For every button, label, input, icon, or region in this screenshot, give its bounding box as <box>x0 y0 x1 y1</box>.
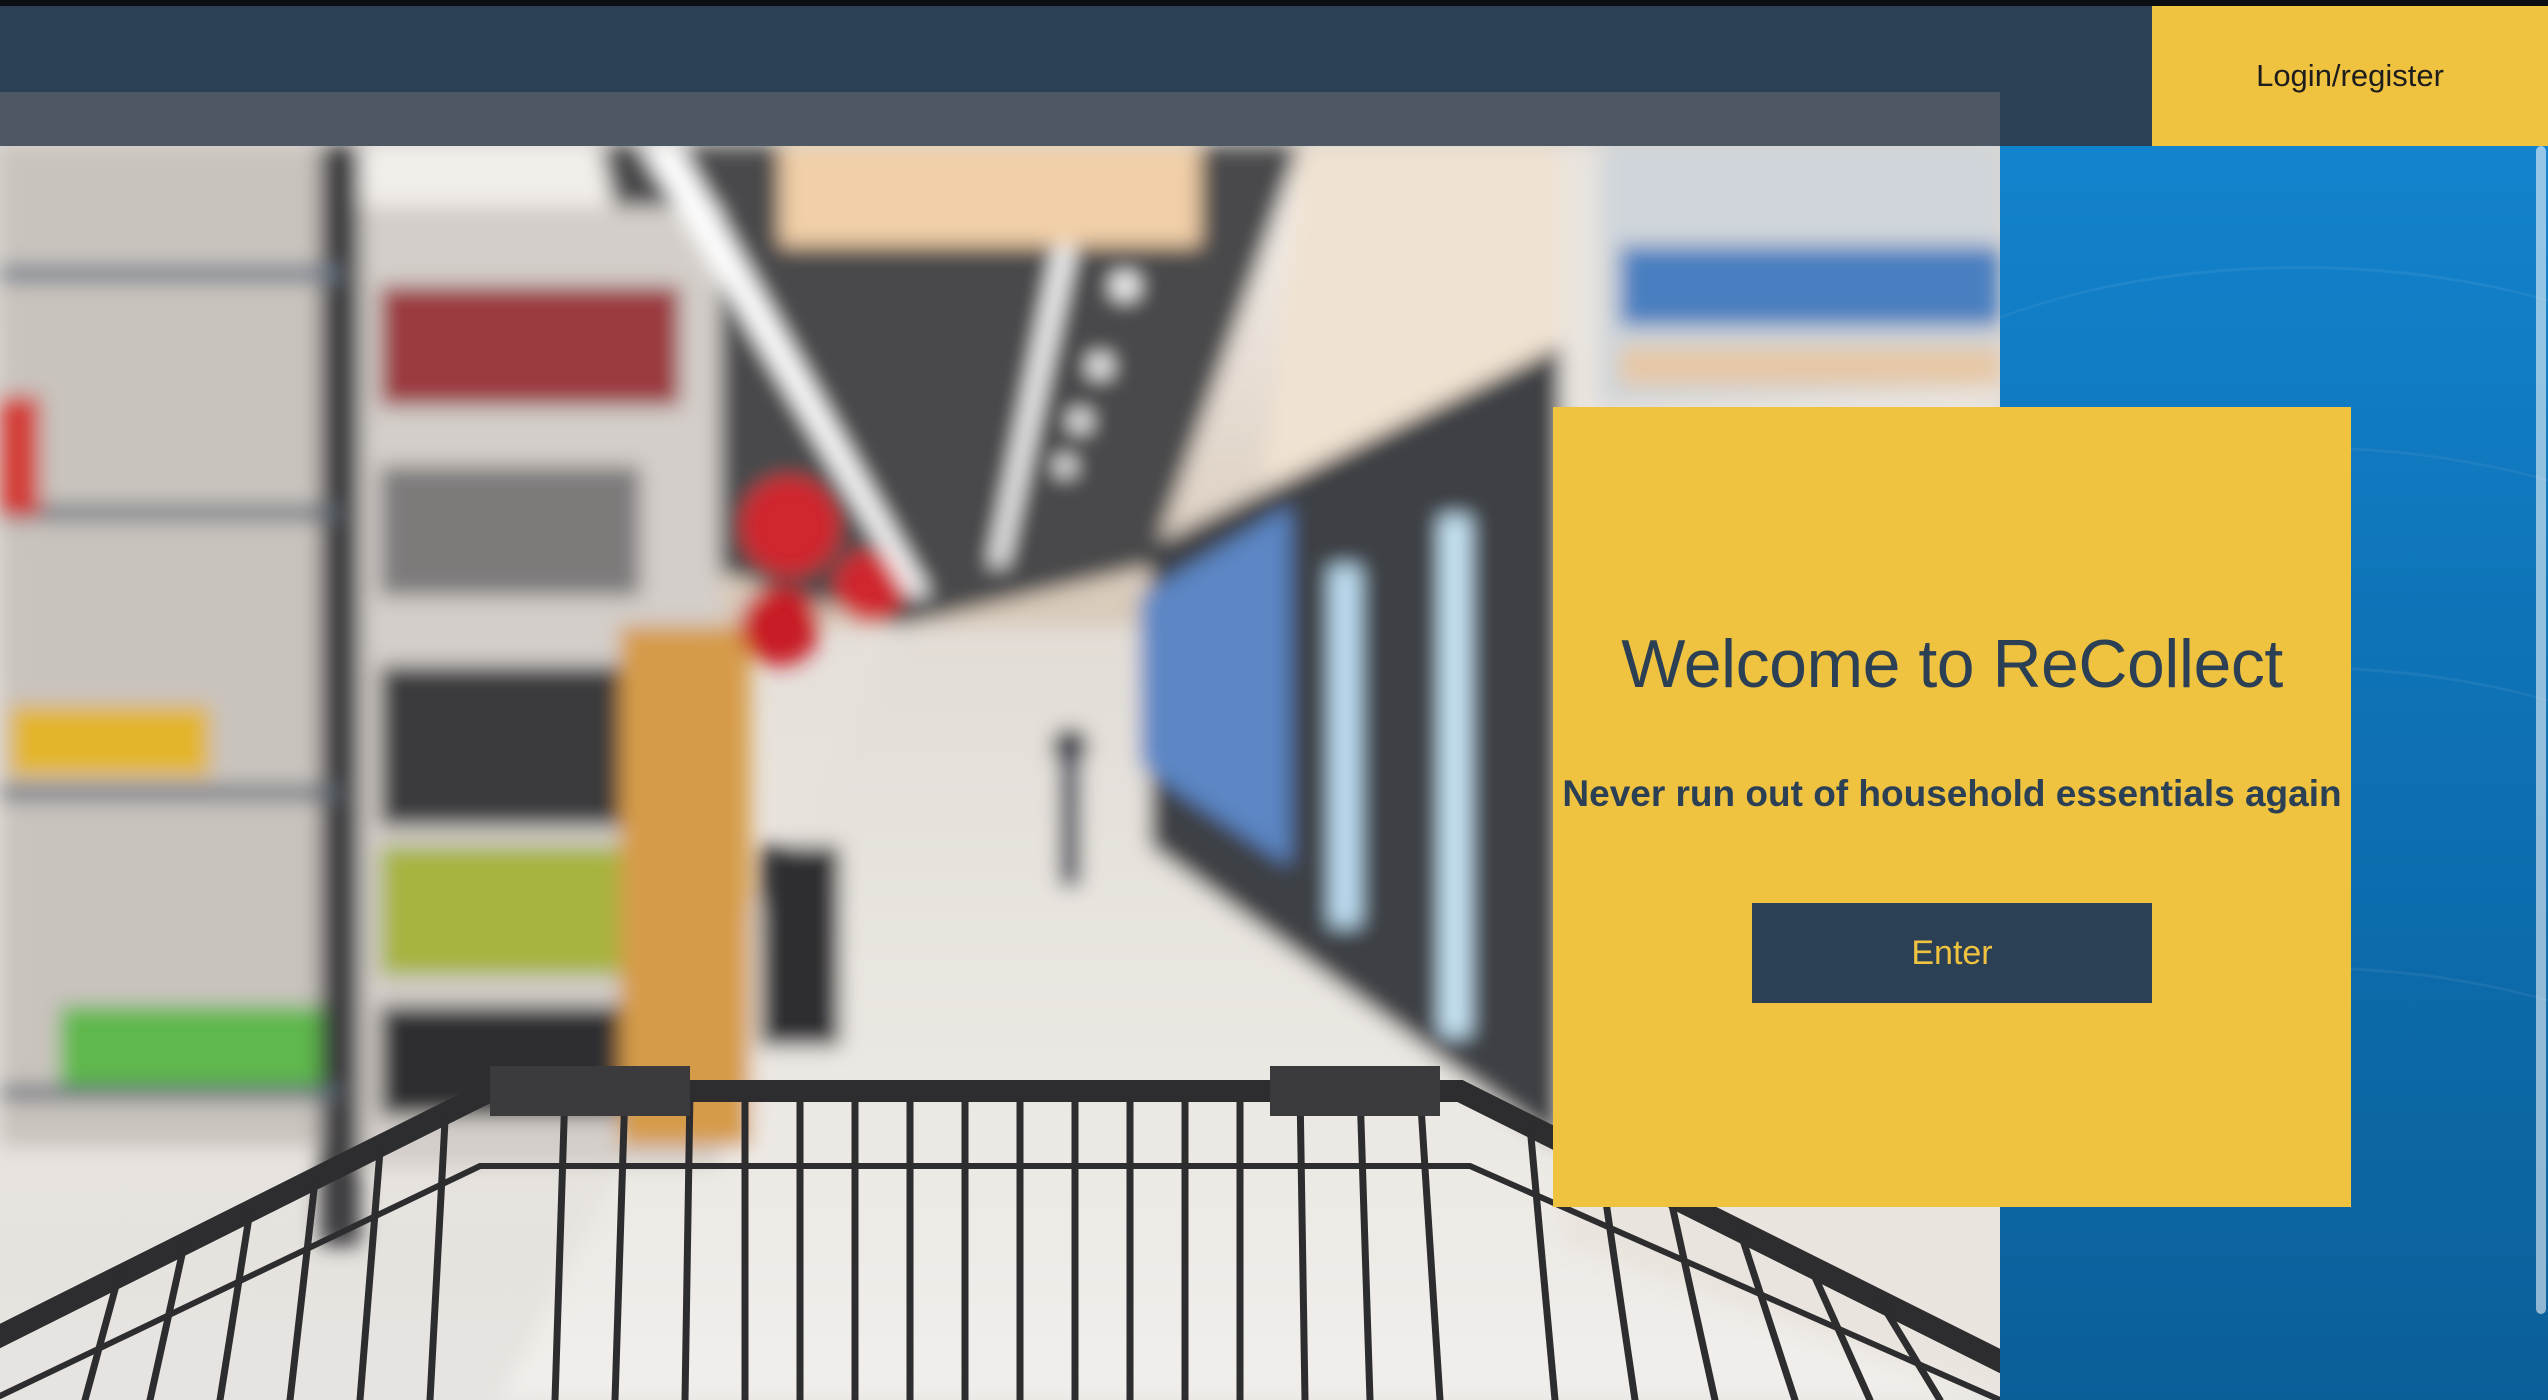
enter-button[interactable]: Enter <box>1752 903 2152 1003</box>
welcome-subtitle: Never run out of household essentials ag… <box>1562 773 2342 814</box>
header-shadow-band <box>0 92 2000 152</box>
login-register-button[interactable]: Login/register <box>2152 6 2548 146</box>
welcome-title: Welcome to ReCollect <box>1621 626 2283 702</box>
page-scrollbar[interactable] <box>2536 146 2546 1314</box>
top-header <box>0 6 2152 152</box>
landing-page: Login/register Welcome to ReCollect Neve… <box>0 0 2548 1400</box>
welcome-card: Welcome to ReCollect Never run out of ho… <box>1553 407 2351 1207</box>
